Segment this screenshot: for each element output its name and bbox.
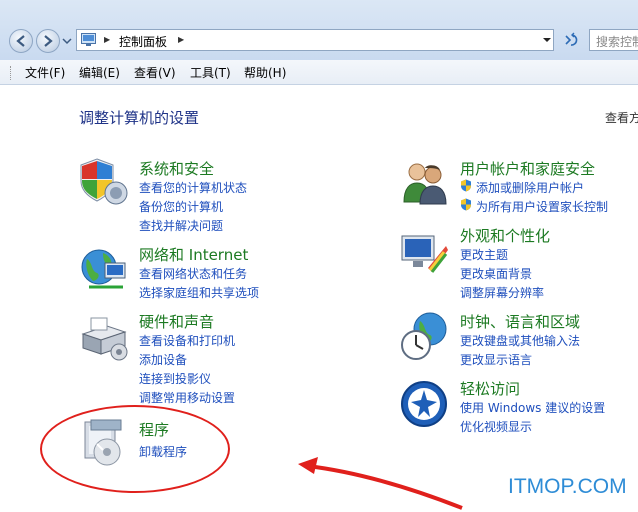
uac-shield-icon [461,198,471,211]
link-parental-controls[interactable]: 为所有用户设置家长控制 [476,198,608,215]
control-panel-icon [81,33,96,46]
menu-view[interactable]: 查看(V) [134,64,176,81]
ease-of-access-icon[interactable] [400,380,450,430]
annotation-arrow [298,457,463,510]
link-change-theme[interactable]: 更改主题 [460,246,508,263]
navigation-bar: ▶ 控制面板 ▶ 搜索控制 [0,0,638,60]
category-network-internet[interactable]: 网络和 Internet [139,244,248,265]
category-ease-of-access[interactable]: 轻松访问 [460,378,520,399]
link-display-language[interactable]: 更改显示语言 [460,351,532,368]
link-add-device[interactable]: 添加设备 [139,351,187,368]
menu-edit[interactable]: 编辑(E) [79,64,120,81]
shield-icon[interactable] [79,157,129,207]
back-button[interactable] [9,29,33,53]
page-title: 调整计算机的设置 [79,109,200,127]
category-clock-language[interactable]: 时钟、语言和区域 [460,311,580,332]
link-homegroup-sharing[interactable]: 选择家庭组和共享选项 [139,284,259,301]
highlight-ellipse [40,405,230,493]
address-bar[interactable]: ▶ 控制面板 ▶ [76,29,554,51]
search-input[interactable]: 搜索控制 [589,29,638,51]
personalization-icon[interactable] [400,228,450,278]
printer-icon[interactable] [79,312,129,362]
link-backup-computer[interactable]: 备份您的计算机 [139,198,223,215]
category-appearance[interactable]: 外观和个性化 [460,225,550,246]
link-devices-printers[interactable]: 查看设备和打印机 [139,332,235,349]
menu-grip [10,66,14,80]
menu-bar: 文件(F) 编辑(E) 查看(V) 工具(T) 帮助(H) [0,60,638,85]
link-optimize-display[interactable]: 优化视频显示 [460,418,532,435]
link-windows-recommended-settings[interactable]: 使用 Windows 建议的设置 [460,399,605,416]
back-arrow-icon [16,35,25,47]
category-user-accounts[interactable]: 用户帐户和家庭安全 [460,158,595,179]
menu-tools[interactable]: 工具(T) [190,64,231,81]
category-system-security[interactable]: 系统和安全 [139,158,214,179]
link-connect-projector[interactable]: 连接到投影仪 [139,370,211,387]
view-by-label[interactable]: 查看方 [605,109,638,126]
breadcrumb-control-panel[interactable]: 控制面板 [119,33,167,50]
network-globe-icon[interactable] [79,245,129,295]
refresh-icon[interactable] [560,30,582,50]
address-dropdown-icon[interactable] [541,30,553,50]
link-mobility-settings[interactable]: 调整常用移动设置 [139,389,235,406]
watermark: ITMOP.COM [508,475,627,498]
uac-shield-icon [461,179,471,192]
history-dropdown-icon[interactable] [62,36,72,46]
category-hardware-sound[interactable]: 硬件和声音 [139,311,214,332]
menu-help[interactable]: 帮助(H) [244,64,286,81]
breadcrumb-arrow-icon[interactable]: ▶ [178,35,184,44]
link-desktop-background[interactable]: 更改桌面背景 [460,265,532,282]
clock-globe-icon[interactable] [400,311,450,361]
forward-button[interactable] [36,29,60,53]
users-icon[interactable] [400,158,450,208]
link-troubleshoot[interactable]: 查找并解决问题 [139,217,223,234]
link-keyboard-input[interactable]: 更改键盘或其他输入法 [460,332,580,349]
link-screen-resolution[interactable]: 调整屏幕分辨率 [460,284,544,301]
link-network-status[interactable]: 查看网络状态和任务 [139,265,247,282]
breadcrumb-arrow-icon[interactable]: ▶ [104,35,110,44]
menu-file[interactable]: 文件(F) [25,64,65,81]
link-add-remove-user[interactable]: 添加或删除用户帐户 [476,179,584,196]
link-view-computer-status[interactable]: 查看您的计算机状态 [139,179,247,196]
forward-arrow-icon [44,35,53,47]
search-placeholder: 搜索控制 [596,35,638,49]
